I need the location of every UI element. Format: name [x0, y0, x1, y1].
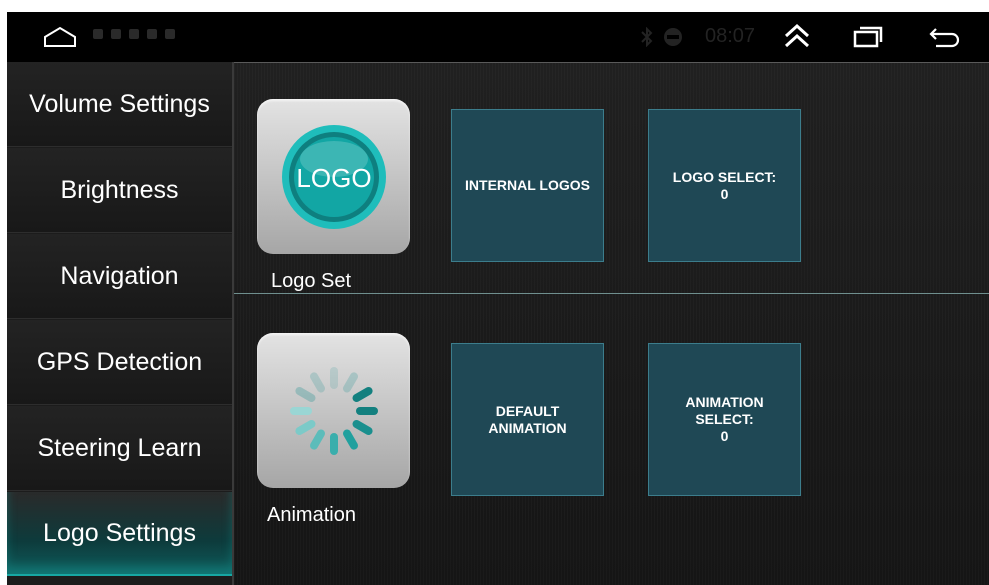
sidebar-item-steering-learn[interactable]: Steering Learn	[7, 406, 232, 491]
expand-up-icon[interactable]	[783, 23, 811, 54]
main-panel: LOGO Logo Set INTERNAL LOGOS LOGO SELECT…	[234, 62, 989, 585]
notification-icon	[93, 29, 103, 39]
animation-label: Animation	[267, 504, 356, 526]
logo-set-label: Logo Set	[271, 270, 352, 292]
animation-select-label-line1: ANIMATION	[685, 394, 764, 410]
clock: 08:07	[705, 25, 756, 47]
sidebar-item-label: GPS Detection	[36, 347, 203, 376]
sidebar-item-label: Logo Settings	[43, 518, 196, 547]
logo-icon: LOGO	[282, 125, 386, 229]
sidebar-item-navigation[interactable]: Navigation	[7, 234, 232, 319]
internal-logos-label: INTERNAL LOGOS	[465, 177, 590, 193]
default-animation-button[interactable]: DEFAULT ANIMATION	[451, 343, 604, 496]
loading-spinner-icon	[290, 367, 378, 455]
notification-icon	[111, 29, 121, 39]
default-animation-label-line1: DEFAULT	[495, 402, 560, 419]
internal-logos-button[interactable]: INTERNAL LOGOS	[451, 109, 604, 262]
notification-icon	[129, 29, 139, 39]
recent-apps-icon[interactable]	[853, 26, 883, 53]
animation-select-value: 0	[720, 428, 729, 444]
divider	[234, 62, 989, 63]
animation-select-button[interactable]: ANIMATION SELECT: 0	[648, 343, 801, 496]
sidebar-item-label: Steering Learn	[37, 433, 202, 462]
logo-icon-text: LOGO	[296, 163, 371, 193]
home-icon[interactable]	[43, 26, 77, 53]
logo-select-button[interactable]: LOGO SELECT: 0	[648, 109, 801, 262]
logo-select-label: LOGO SELECT:	[672, 168, 777, 185]
logo-set-button[interactable]: LOGO	[257, 99, 410, 254]
screen: 08:07 Volume Settings Brightness Navigat…	[7, 12, 989, 585]
status-bar: 08:07	[7, 12, 989, 62]
sidebar-item-gps-detection[interactable]: GPS Detection	[7, 320, 232, 405]
animation-button[interactable]	[257, 333, 410, 488]
signal-icon	[663, 27, 683, 52]
notification-icon	[165, 29, 175, 39]
bluetooth-icon	[641, 26, 653, 52]
sidebar-item-logo-settings[interactable]: Logo Settings	[7, 492, 232, 576]
section-divider	[234, 293, 989, 294]
sidebar-item-label: Navigation	[60, 261, 179, 290]
sidebar-item-brightness[interactable]: Brightness	[7, 148, 232, 233]
settings-sidebar: Volume Settings Brightness Navigation GP…	[7, 62, 232, 585]
logo-select-value: 0	[720, 185, 729, 202]
notification-icon	[147, 29, 157, 39]
animation-select-label-line2: SELECT:	[695, 411, 754, 427]
sidebar-item-volume-settings[interactable]: Volume Settings	[7, 62, 232, 147]
sidebar-item-label: Brightness	[60, 175, 179, 204]
back-icon[interactable]	[928, 26, 960, 53]
sidebar-item-label: Volume Settings	[29, 89, 210, 118]
default-animation-label-line2: ANIMATION	[488, 419, 567, 436]
